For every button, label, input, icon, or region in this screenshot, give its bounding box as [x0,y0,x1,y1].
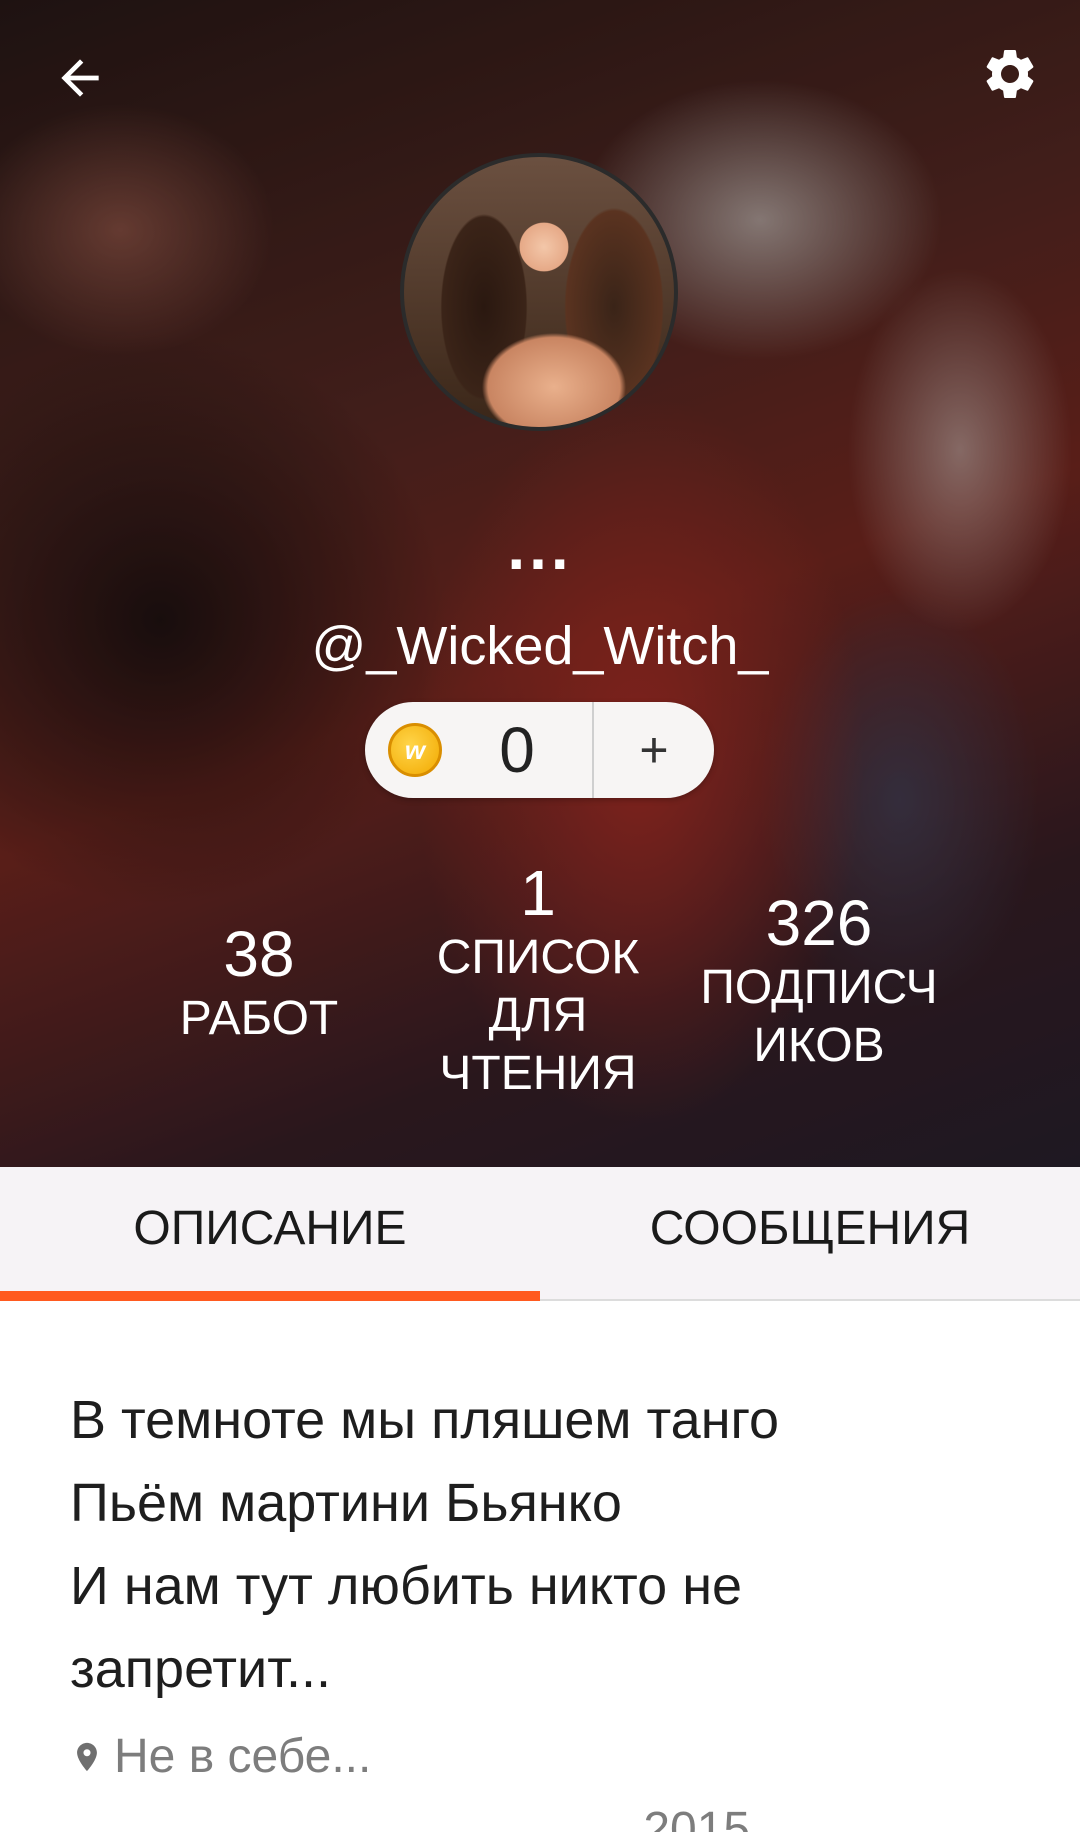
works-label: РАБОТ [179,992,339,1045]
gear-icon [986,49,1034,98]
reading-lists-label-line: ДЛЯ [488,989,588,1042]
about-section: В темноте мы пляшем танго Пьём мартини Б… [0,1303,1080,1832]
bio-line: В темноте мы пляшем танго [70,1390,780,1450]
avatar[interactable] [400,153,678,431]
stat-works[interactable]: 38 РАБОТ [129,918,389,1048]
location-row: Не в себе... [70,1729,1010,1784]
followers-label-line: ИКОВ [753,1019,885,1072]
bio-line: Пьём мартини Бьянко [70,1473,622,1533]
reading-lists-label-line: ЧТЕНИЯ [439,1047,637,1100]
profile-tabs: ОПИСАНИЕ СООБЩЕНИЯ [0,1167,1080,1301]
tab-messages[interactable]: СООБЩЕНИЯ [540,1167,1080,1299]
bio-line: И нам тут любить никто не [70,1556,743,1616]
display-name: ... [507,511,573,583]
profile-screen: ... @_Wicked_Witch_ w 0 + 38 РАБОТ 1 СПИ… [0,0,1080,1832]
joined-year: 2015 [643,1803,751,1832]
location-text: Не в себе... [114,1730,372,1783]
works-count: 38 [223,918,295,990]
bio-line: запретит... [70,1639,331,1699]
add-coins-button[interactable]: + [594,702,714,798]
location-pin-icon [77,1742,97,1771]
followers-count: 326 [765,887,873,959]
stat-reading-lists[interactable]: 1 СПИСОК ДЛЯ ЧТЕНИЯ [408,857,668,1103]
tab-about[interactable]: ОПИСАНИЕ [0,1167,540,1301]
stat-followers[interactable]: 326 ПОДПИСЧ ИКОВ [689,887,949,1075]
followers-label-line: ПОДПИСЧ [700,961,938,1014]
username: @_Wicked_Witch_ [311,616,769,676]
coin-count: 0 [499,714,535,786]
reading-lists-count: 1 [520,857,556,929]
reading-lists-label-line: СПИСОК [436,931,640,984]
settings-button[interactable] [970,34,1050,114]
back-arrow-icon [61,59,99,97]
wattpad-coin-icon: w [388,723,442,777]
profile-header: ... @_Wicked_Witch_ w 0 + 38 РАБОТ 1 СПИ… [0,0,1080,1167]
coins-balance: w 0 + [365,702,714,798]
joined-date: 2015 [70,1802,1010,1832]
back-button[interactable] [40,38,120,118]
